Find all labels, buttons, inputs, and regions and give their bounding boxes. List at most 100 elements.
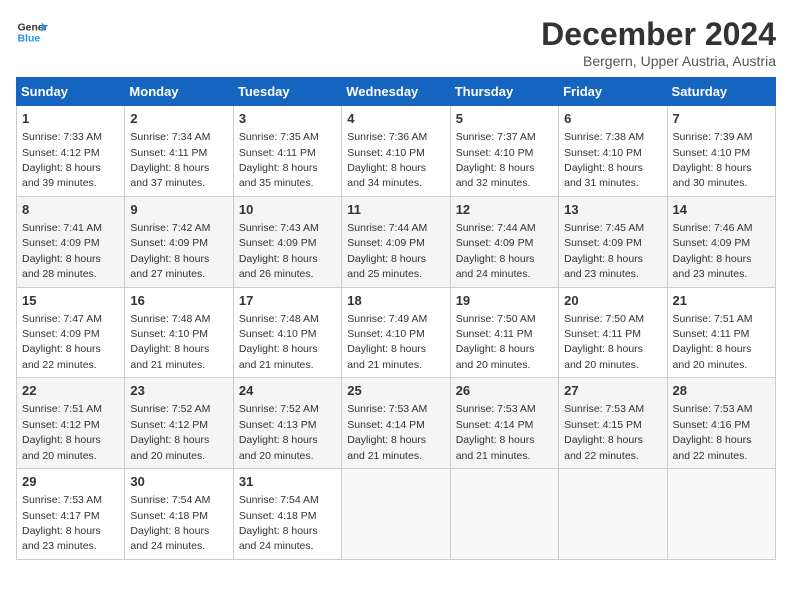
calendar-cell: 5 Sunrise: 7:37 AMSunset: 4:10 PMDayligh… xyxy=(450,106,558,197)
day-info: Sunrise: 7:47 AMSunset: 4:09 PMDaylight:… xyxy=(22,313,102,371)
calendar-cell: 23 Sunrise: 7:52 AMSunset: 4:12 PMDaylig… xyxy=(125,378,233,469)
calendar-cell: 1 Sunrise: 7:33 AMSunset: 4:12 PMDayligh… xyxy=(17,106,125,197)
day-number: 9 xyxy=(130,201,227,219)
day-number: 17 xyxy=(239,292,336,310)
calendar-cell: 26 Sunrise: 7:53 AMSunset: 4:14 PMDaylig… xyxy=(450,378,558,469)
day-info: Sunrise: 7:48 AMSunset: 4:10 PMDaylight:… xyxy=(130,313,210,371)
day-info: Sunrise: 7:52 AMSunset: 4:12 PMDaylight:… xyxy=(130,403,210,461)
day-info: Sunrise: 7:50 AMSunset: 4:11 PMDaylight:… xyxy=(456,313,536,371)
calendar-cell: 11 Sunrise: 7:44 AMSunset: 4:09 PMDaylig… xyxy=(342,196,450,287)
day-number: 3 xyxy=(239,110,336,128)
day-number: 16 xyxy=(130,292,227,310)
weekday-header-friday: Friday xyxy=(559,78,667,106)
calendar-cell: 7 Sunrise: 7:39 AMSunset: 4:10 PMDayligh… xyxy=(667,106,775,197)
day-info: Sunrise: 7:39 AMSunset: 4:10 PMDaylight:… xyxy=(673,131,753,189)
weekday-header-sunday: Sunday xyxy=(17,78,125,106)
calendar-cell xyxy=(342,469,450,560)
calendar-cell: 24 Sunrise: 7:52 AMSunset: 4:13 PMDaylig… xyxy=(233,378,341,469)
day-number: 11 xyxy=(347,201,444,219)
day-info: Sunrise: 7:34 AMSunset: 4:11 PMDaylight:… xyxy=(130,131,210,189)
day-info: Sunrise: 7:36 AMSunset: 4:10 PMDaylight:… xyxy=(347,131,427,189)
title-area: December 2024 Bergern, Upper Austria, Au… xyxy=(541,16,776,69)
day-number: 6 xyxy=(564,110,661,128)
day-info: Sunrise: 7:38 AMSunset: 4:10 PMDaylight:… xyxy=(564,131,644,189)
day-number: 31 xyxy=(239,473,336,491)
day-info: Sunrise: 7:53 AMSunset: 4:14 PMDaylight:… xyxy=(456,403,536,461)
calendar-cell xyxy=(559,469,667,560)
day-info: Sunrise: 7:50 AMSunset: 4:11 PMDaylight:… xyxy=(564,313,644,371)
day-number: 2 xyxy=(130,110,227,128)
calendar-cell: 18 Sunrise: 7:49 AMSunset: 4:10 PMDaylig… xyxy=(342,287,450,378)
day-info: Sunrise: 7:53 AMSunset: 4:17 PMDaylight:… xyxy=(22,494,102,552)
calendar-cell: 17 Sunrise: 7:48 AMSunset: 4:10 PMDaylig… xyxy=(233,287,341,378)
day-info: Sunrise: 7:51 AMSunset: 4:11 PMDaylight:… xyxy=(673,313,753,371)
svg-text:Blue: Blue xyxy=(18,34,41,45)
day-number: 13 xyxy=(564,201,661,219)
day-number: 28 xyxy=(673,382,770,400)
day-number: 5 xyxy=(456,110,553,128)
calendar-cell: 13 Sunrise: 7:45 AMSunset: 4:09 PMDaylig… xyxy=(559,196,667,287)
day-number: 23 xyxy=(130,382,227,400)
day-info: Sunrise: 7:44 AMSunset: 4:09 PMDaylight:… xyxy=(347,222,427,280)
calendar-cell: 27 Sunrise: 7:53 AMSunset: 4:15 PMDaylig… xyxy=(559,378,667,469)
weekday-header-wednesday: Wednesday xyxy=(342,78,450,106)
calendar-cell: 25 Sunrise: 7:53 AMSunset: 4:14 PMDaylig… xyxy=(342,378,450,469)
calendar-cell: 21 Sunrise: 7:51 AMSunset: 4:11 PMDaylig… xyxy=(667,287,775,378)
day-info: Sunrise: 7:52 AMSunset: 4:13 PMDaylight:… xyxy=(239,403,319,461)
weekday-header-saturday: Saturday xyxy=(667,78,775,106)
calendar-cell: 29 Sunrise: 7:53 AMSunset: 4:17 PMDaylig… xyxy=(17,469,125,560)
calendar-cell: 12 Sunrise: 7:44 AMSunset: 4:09 PMDaylig… xyxy=(450,196,558,287)
day-info: Sunrise: 7:54 AMSunset: 4:18 PMDaylight:… xyxy=(239,494,319,552)
day-number: 4 xyxy=(347,110,444,128)
weekday-header-thursday: Thursday xyxy=(450,78,558,106)
calendar-cell: 9 Sunrise: 7:42 AMSunset: 4:09 PMDayligh… xyxy=(125,196,233,287)
calendar-cell: 15 Sunrise: 7:47 AMSunset: 4:09 PMDaylig… xyxy=(17,287,125,378)
day-info: Sunrise: 7:37 AMSunset: 4:10 PMDaylight:… xyxy=(456,131,536,189)
calendar-cell: 8 Sunrise: 7:41 AMSunset: 4:09 PMDayligh… xyxy=(17,196,125,287)
day-number: 26 xyxy=(456,382,553,400)
day-info: Sunrise: 7:35 AMSunset: 4:11 PMDaylight:… xyxy=(239,131,319,189)
logo: General Blue xyxy=(16,16,48,48)
day-info: Sunrise: 7:51 AMSunset: 4:12 PMDaylight:… xyxy=(22,403,102,461)
day-number: 27 xyxy=(564,382,661,400)
calendar-cell xyxy=(667,469,775,560)
day-number: 30 xyxy=(130,473,227,491)
day-info: Sunrise: 7:41 AMSunset: 4:09 PMDaylight:… xyxy=(22,222,102,280)
calendar-cell: 6 Sunrise: 7:38 AMSunset: 4:10 PMDayligh… xyxy=(559,106,667,197)
day-number: 7 xyxy=(673,110,770,128)
calendar-cell: 2 Sunrise: 7:34 AMSunset: 4:11 PMDayligh… xyxy=(125,106,233,197)
day-info: Sunrise: 7:49 AMSunset: 4:10 PMDaylight:… xyxy=(347,313,427,371)
day-number: 1 xyxy=(22,110,119,128)
calendar-cell: 10 Sunrise: 7:43 AMSunset: 4:09 PMDaylig… xyxy=(233,196,341,287)
day-info: Sunrise: 7:48 AMSunset: 4:10 PMDaylight:… xyxy=(239,313,319,371)
day-number: 12 xyxy=(456,201,553,219)
day-number: 19 xyxy=(456,292,553,310)
month-title: December 2024 xyxy=(541,16,776,53)
day-number: 14 xyxy=(673,201,770,219)
day-info: Sunrise: 7:53 AMSunset: 4:14 PMDaylight:… xyxy=(347,403,427,461)
calendar-cell: 16 Sunrise: 7:48 AMSunset: 4:10 PMDaylig… xyxy=(125,287,233,378)
calendar-cell: 30 Sunrise: 7:54 AMSunset: 4:18 PMDaylig… xyxy=(125,469,233,560)
day-info: Sunrise: 7:44 AMSunset: 4:09 PMDaylight:… xyxy=(456,222,536,280)
day-number: 22 xyxy=(22,382,119,400)
calendar-table: SundayMondayTuesdayWednesdayThursdayFrid… xyxy=(16,77,776,560)
weekday-header-tuesday: Tuesday xyxy=(233,78,341,106)
calendar-cell: 19 Sunrise: 7:50 AMSunset: 4:11 PMDaylig… xyxy=(450,287,558,378)
header: General Blue December 2024 Bergern, Uppe… xyxy=(16,16,776,69)
day-info: Sunrise: 7:45 AMSunset: 4:09 PMDaylight:… xyxy=(564,222,644,280)
day-number: 8 xyxy=(22,201,119,219)
logo-icon: General Blue xyxy=(16,16,48,48)
day-info: Sunrise: 7:33 AMSunset: 4:12 PMDaylight:… xyxy=(22,131,102,189)
day-info: Sunrise: 7:42 AMSunset: 4:09 PMDaylight:… xyxy=(130,222,210,280)
calendar-cell xyxy=(450,469,558,560)
calendar-cell: 20 Sunrise: 7:50 AMSunset: 4:11 PMDaylig… xyxy=(559,287,667,378)
day-info: Sunrise: 7:46 AMSunset: 4:09 PMDaylight:… xyxy=(673,222,753,280)
calendar-cell: 28 Sunrise: 7:53 AMSunset: 4:16 PMDaylig… xyxy=(667,378,775,469)
day-info: Sunrise: 7:54 AMSunset: 4:18 PMDaylight:… xyxy=(130,494,210,552)
location: Bergern, Upper Austria, Austria xyxy=(541,53,776,69)
day-number: 20 xyxy=(564,292,661,310)
day-number: 18 xyxy=(347,292,444,310)
day-info: Sunrise: 7:43 AMSunset: 4:09 PMDaylight:… xyxy=(239,222,319,280)
calendar-cell: 22 Sunrise: 7:51 AMSunset: 4:12 PMDaylig… xyxy=(17,378,125,469)
day-number: 29 xyxy=(22,473,119,491)
